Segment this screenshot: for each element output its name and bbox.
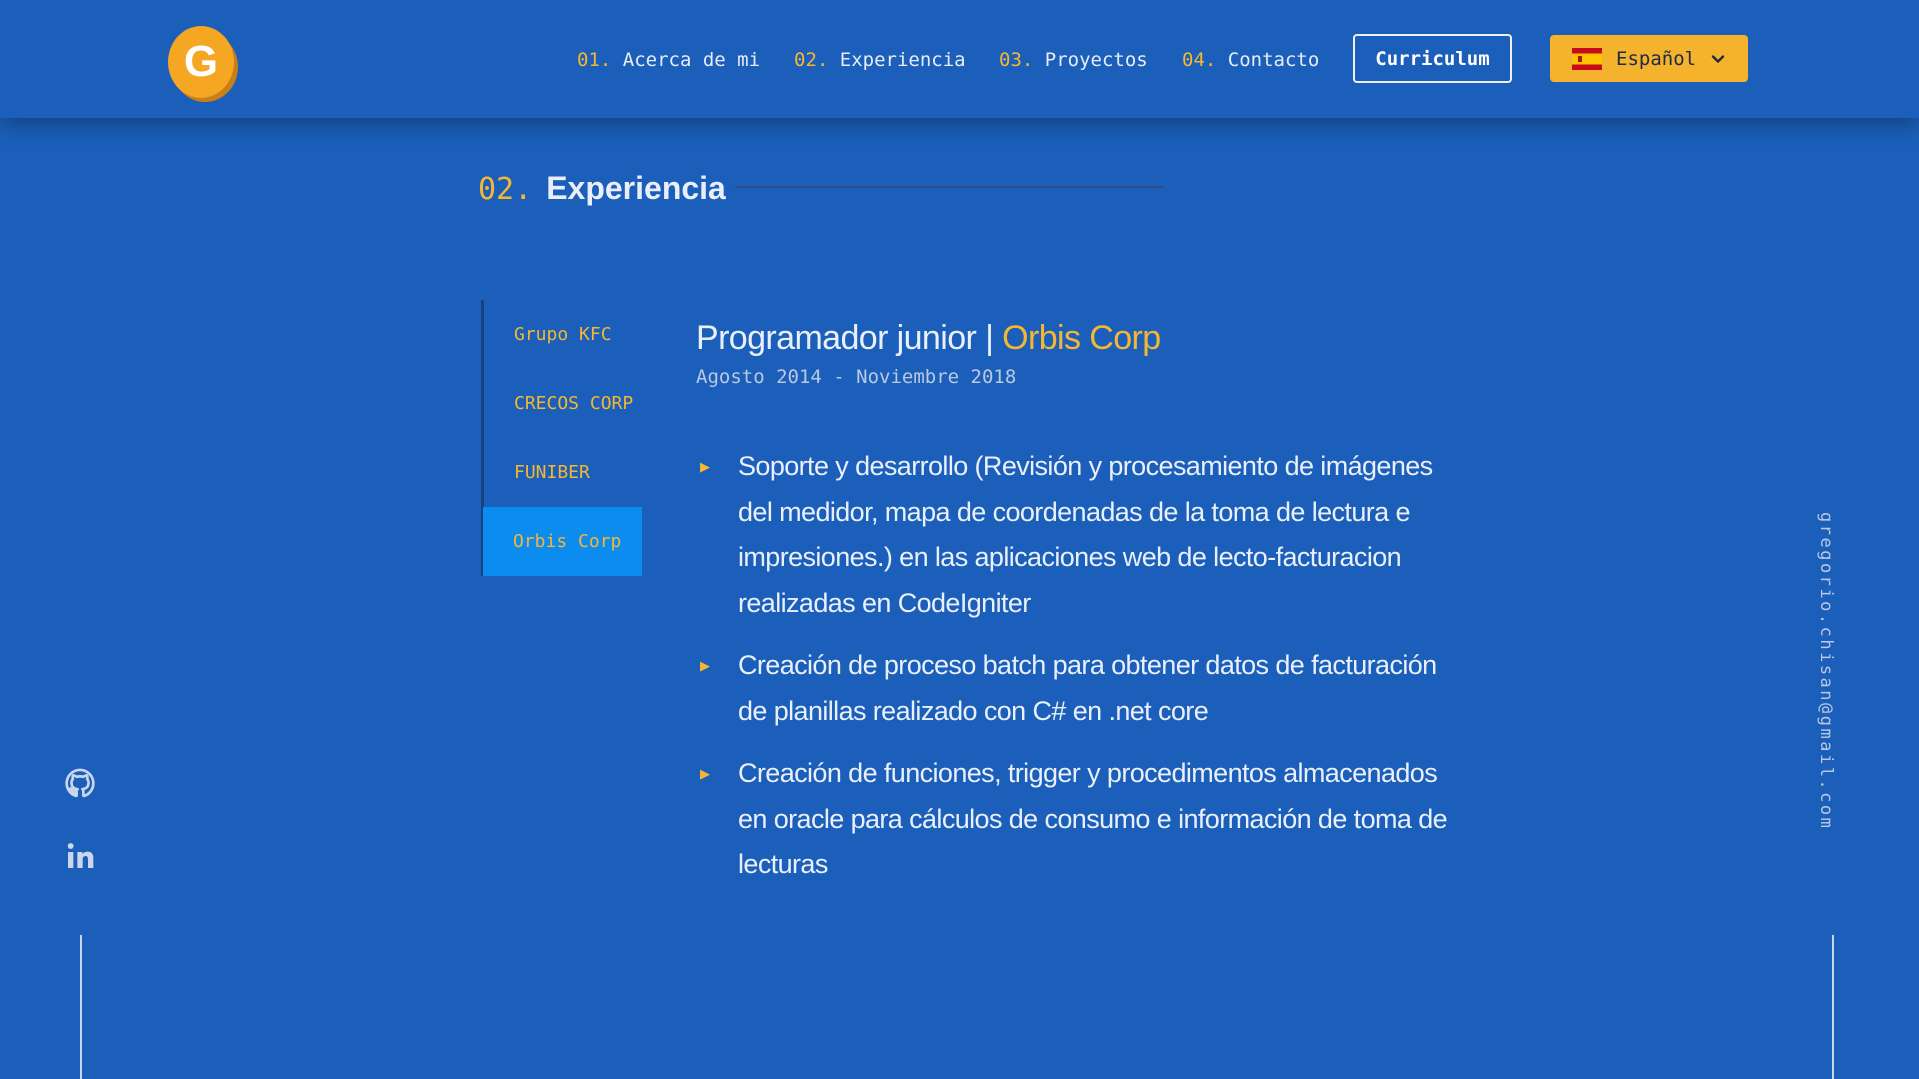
bullet-text: Soporte y desarrollo (Revisión y procesa…: [738, 451, 1433, 618]
list-item: ▶ Creación de proceso batch para obtener…: [696, 643, 1456, 734]
language-dropdown[interactable]: Español: [1550, 35, 1748, 82]
nav-label: Acerca de mi: [622, 49, 761, 71]
job-responsibilities: ▶ Soporte y desarrollo (Revisión y proce…: [696, 444, 1456, 905]
tab-funiber[interactable]: FUNIBER: [484, 438, 643, 507]
bullet-arrow-icon: ▶: [700, 459, 710, 474]
bullet-arrow-icon: ▶: [700, 658, 710, 673]
nav-num: 01.: [577, 49, 612, 71]
email-link[interactable]: gregorio.chisan@gmail.com: [1816, 512, 1836, 830]
job-company: Orbis Corp: [1002, 319, 1161, 357]
section-divider: [735, 186, 1163, 188]
right-rail-line: [1832, 935, 1834, 1079]
nav-link-experience[interactable]: 02. Experiencia: [794, 48, 966, 72]
logo-icon[interactable]: G: [166, 21, 238, 105]
section-heading: 02. Experiencia: [478, 166, 726, 212]
bullet-arrow-icon: ▶: [700, 766, 710, 781]
nav-link-projects[interactable]: 03. Proyectos: [999, 48, 1148, 72]
nav-num: 02.: [794, 49, 829, 71]
tab-crecos-corp[interactable]: CRECOS CORP: [484, 369, 643, 438]
bullet-text: Creación de funciones, trigger y procedi…: [738, 758, 1448, 879]
section-number: 02.: [478, 172, 533, 207]
left-rail-line: [80, 935, 82, 1079]
section-title: Experiencia: [546, 170, 726, 206]
list-item: ▶ Soporte y desarrollo (Revisión y proce…: [696, 444, 1456, 626]
site-header: G 01. Acerca de mi 02. Experiencia 03. P…: [0, 0, 1919, 118]
language-label: Español: [1616, 47, 1697, 70]
nav-link-about[interactable]: 01. Acerca de mi: [577, 48, 760, 72]
tab-grupo-kfc[interactable]: Grupo KFC: [484, 300, 643, 369]
job-dates: Agosto 2014 - Noviembre 2018: [696, 366, 1017, 388]
nav-num: 03.: [999, 49, 1034, 71]
company-tabs: Grupo KFC CRECOS CORP FUNIBER Orbis Corp: [481, 300, 646, 576]
linkedin-icon[interactable]: [64, 840, 96, 872]
logo-letter: G: [184, 37, 218, 86]
github-icon[interactable]: [64, 767, 96, 799]
nav-label: Experiencia: [839, 49, 966, 71]
curriculum-button[interactable]: Curriculum: [1353, 34, 1512, 83]
nav-label: Proyectos: [1044, 49, 1148, 71]
job-role: Programador junior: [696, 319, 977, 357]
spain-flag-icon: [1572, 47, 1602, 70]
nav-link-contact[interactable]: 04. Contacto: [1182, 48, 1319, 72]
nav-label: Contacto: [1227, 49, 1320, 71]
job-title: Programador junior | Orbis Corp: [696, 314, 1161, 362]
nav-num: 04.: [1182, 49, 1217, 71]
chevron-down-icon: [1711, 54, 1725, 63]
job-separator: |: [976, 319, 1003, 357]
bullet-text: Creación de proceso batch para obtener d…: [738, 650, 1437, 726]
tab-orbis-corp[interactable]: Orbis Corp: [483, 507, 642, 576]
list-item: ▶ Creación de funciones, trigger y proce…: [696, 751, 1456, 888]
